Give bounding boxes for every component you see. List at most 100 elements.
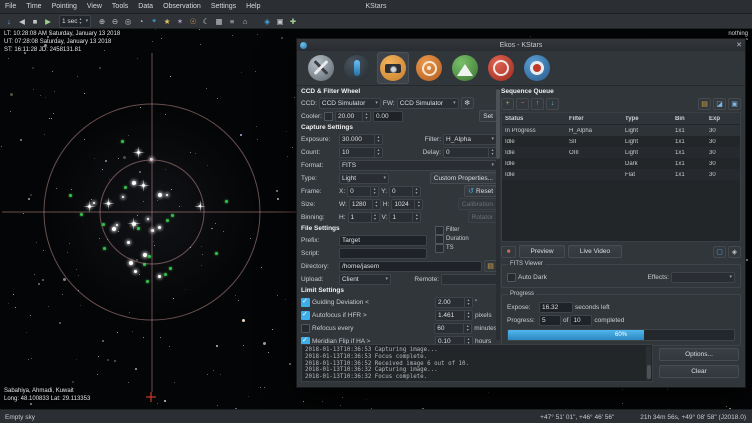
prefix-opt-duration[interactable]: Duration <box>435 235 495 243</box>
spin-arrows[interactable]: ▴▾ <box>374 148 382 157</box>
checkbox[interactable] <box>301 324 310 333</box>
menu-tools[interactable]: Tools <box>107 0 133 13</box>
filter-wheel-select[interactable]: CCD Simulator▾ <box>397 98 459 109</box>
cooler-set-button[interactable]: Set <box>479 110 497 122</box>
bin-h-spinbox[interactable]: 1▴▾ <box>348 212 380 223</box>
limit-value-spinbox[interactable]: 2.00▴▾ <box>435 297 473 308</box>
clear-log-button[interactable]: Clear <box>659 365 739 378</box>
tab-capture[interactable] <box>377 52 409 84</box>
time-step-back-icon[interactable]: ◀ <box>16 15 28 27</box>
exposure-spinbox[interactable]: 30.000▴▾ <box>339 134 383 145</box>
menu-time[interactable]: Time <box>21 0 46 13</box>
menu-file[interactable]: File <box>0 0 21 13</box>
download-data-icon[interactable]: ↓ <box>3 15 15 27</box>
table-row[interactable]: IdleSIILight1x130 <box>502 136 740 147</box>
checkbox[interactable] <box>301 298 310 307</box>
time-info-box[interactable]: LT: 10:28:08 AM Saturday, January 13 201… <box>4 30 120 54</box>
limit-value-spinbox[interactable]: 1.461▴▾ <box>435 310 473 321</box>
time-step-control[interactable]: 1 sec ▴▾ ▾ <box>59 15 91 28</box>
auto-dark-checkbox[interactable] <box>507 273 516 282</box>
maximize-icon[interactable]: ◈ <box>728 246 741 258</box>
limit-value-spinbox[interactable]: 60▴▾ <box>434 323 472 334</box>
frame-y-spinbox[interactable]: 0▴▾ <box>389 186 421 197</box>
chevron-down-icon[interactable]: ▾ <box>86 18 89 24</box>
add-job-icon[interactable]: + <box>501 98 514 110</box>
spin-arrows[interactable]: ▴▾ <box>464 298 472 307</box>
remove-job-icon[interactable]: − <box>516 98 529 110</box>
time-step-spinner[interactable]: ▴▾ <box>80 17 82 25</box>
zoom-out-icon[interactable]: ⊖ <box>109 15 121 27</box>
stars-toggle-icon[interactable]: ★ <box>161 15 173 27</box>
filter-settings-button[interactable]: ✻ <box>461 97 474 109</box>
save-sequence-icon[interactable]: ◪ <box>713 98 726 110</box>
spin-arrows[interactable]: ▴▾ <box>362 112 370 121</box>
set-time-icon[interactable]: ◔ <box>135 15 147 27</box>
calibration-button[interactable]: Calibration <box>458 198 497 210</box>
open-sequence-icon[interactable]: ▤ <box>698 98 711 110</box>
planets-toggle-icon[interactable]: ☉ <box>187 15 199 27</box>
zoom-in-icon[interactable]: ⊕ <box>96 15 108 27</box>
checkbox[interactable] <box>435 235 444 244</box>
tab-guide[interactable] <box>521 52 553 84</box>
popout-icon[interactable]: ▢ <box>713 246 726 258</box>
time-step-forward-icon[interactable]: ▶ <box>42 15 54 27</box>
spin-arrows[interactable]: ▴▾ <box>374 135 382 144</box>
spin-arrows[interactable]: ▴▾ <box>414 200 422 209</box>
tab-mount[interactable] <box>449 52 481 84</box>
delay-spinbox[interactable]: 0▴▾ <box>443 147 497 158</box>
horizon-toggle-icon[interactable]: ⌂ <box>239 15 251 27</box>
spin-arrows[interactable]: ▴▾ <box>464 311 472 320</box>
constellation-lines-icon[interactable]: ≡ <box>226 15 238 27</box>
size-h-spinbox[interactable]: 1024▴▾ <box>391 199 423 210</box>
rotator-button[interactable]: Rotator <box>468 211 497 223</box>
deep-sky-toggle-icon[interactable]: ✶ <box>174 15 186 27</box>
fits-viewer-icon[interactable]: ▣ <box>274 15 286 27</box>
location-info-box[interactable]: Sabahiya, Ahmadi, KuwaitLong: 48.100833 … <box>4 387 90 403</box>
find-object-icon[interactable]: ◎ <box>122 15 134 27</box>
menu-pointing[interactable]: Pointing <box>47 0 82 13</box>
cooler-setpoint-spinbox[interactable]: 20.00▴▾ <box>335 111 371 122</box>
capture-panel-scrollbar[interactable] <box>496 87 500 340</box>
tab-devices[interactable] <box>341 52 373 84</box>
grid-toggle-icon[interactable]: ▦ <box>213 15 225 27</box>
move-job-down-icon[interactable]: ↓ <box>546 98 559 110</box>
script-input[interactable] <box>339 248 427 259</box>
stop-sequence-button[interactable]: ■ <box>501 246 516 258</box>
table-row[interactable]: IdleFlat1x130 <box>502 169 740 180</box>
tab-align[interactable] <box>485 52 517 84</box>
format-select[interactable]: FITS▾ <box>339 160 497 171</box>
bin-v-spinbox[interactable]: 1▴▾ <box>389 212 421 223</box>
table-row[interactable]: IdleOIIILight1x130 <box>502 147 740 158</box>
spin-arrows[interactable]: ▴▾ <box>372 200 380 209</box>
spin-arrows[interactable]: ▴▾ <box>412 213 420 222</box>
moon-toggle-icon[interactable]: ☾ <box>200 15 212 27</box>
count-spinbox[interactable]: 10▴▾ <box>339 147 383 158</box>
frame-x-spinbox[interactable]: 0▴▾ <box>347 186 379 197</box>
options-button[interactable]: Options... <box>659 348 739 361</box>
log-view[interactable]: 2018-01-13T10:36:53 Capturing image...20… <box>301 344 653 382</box>
menu-settings[interactable]: Settings <box>206 0 241 13</box>
menu-help[interactable]: Help <box>241 0 265 13</box>
menu-observation[interactable]: Observation <box>158 0 206 13</box>
filter-select[interactable]: H_Alpha▾ <box>443 134 497 145</box>
checkbox[interactable] <box>435 244 444 253</box>
frame-reset-button[interactable]: ↺ Reset <box>464 185 497 197</box>
table-row[interactable]: In ProgressH_AlphaLight1x130 <box>502 125 740 136</box>
frame-type-select[interactable]: Light▾ <box>339 173 389 184</box>
cooler-checkbox[interactable] <box>324 112 333 121</box>
directory-input[interactable]: /home/jasem <box>339 261 482 272</box>
custom-properties-button[interactable]: Custom Properties... <box>430 172 497 184</box>
stop-clock-icon[interactable]: ■ <box>29 15 41 27</box>
track-object-icon[interactable]: ⌖ <box>148 15 160 27</box>
spin-arrows[interactable]: ▴▾ <box>371 213 379 222</box>
spin-arrows[interactable]: ▴▾ <box>370 187 378 196</box>
log-scrollbar[interactable] <box>646 346 651 380</box>
checkbox[interactable] <box>301 311 310 320</box>
tab-focus[interactable] <box>413 52 445 84</box>
spin-arrows[interactable]: ▴▾ <box>488 148 496 157</box>
observation-planner-icon[interactable]: ✚ <box>287 15 299 27</box>
live-video-button[interactable]: Live Video <box>568 245 622 258</box>
size-w-spinbox[interactable]: 1280▴▾ <box>349 199 381 210</box>
save-sequence-as-icon[interactable]: ▣ <box>728 98 741 110</box>
effects-select[interactable]: ▾ <box>671 272 735 283</box>
